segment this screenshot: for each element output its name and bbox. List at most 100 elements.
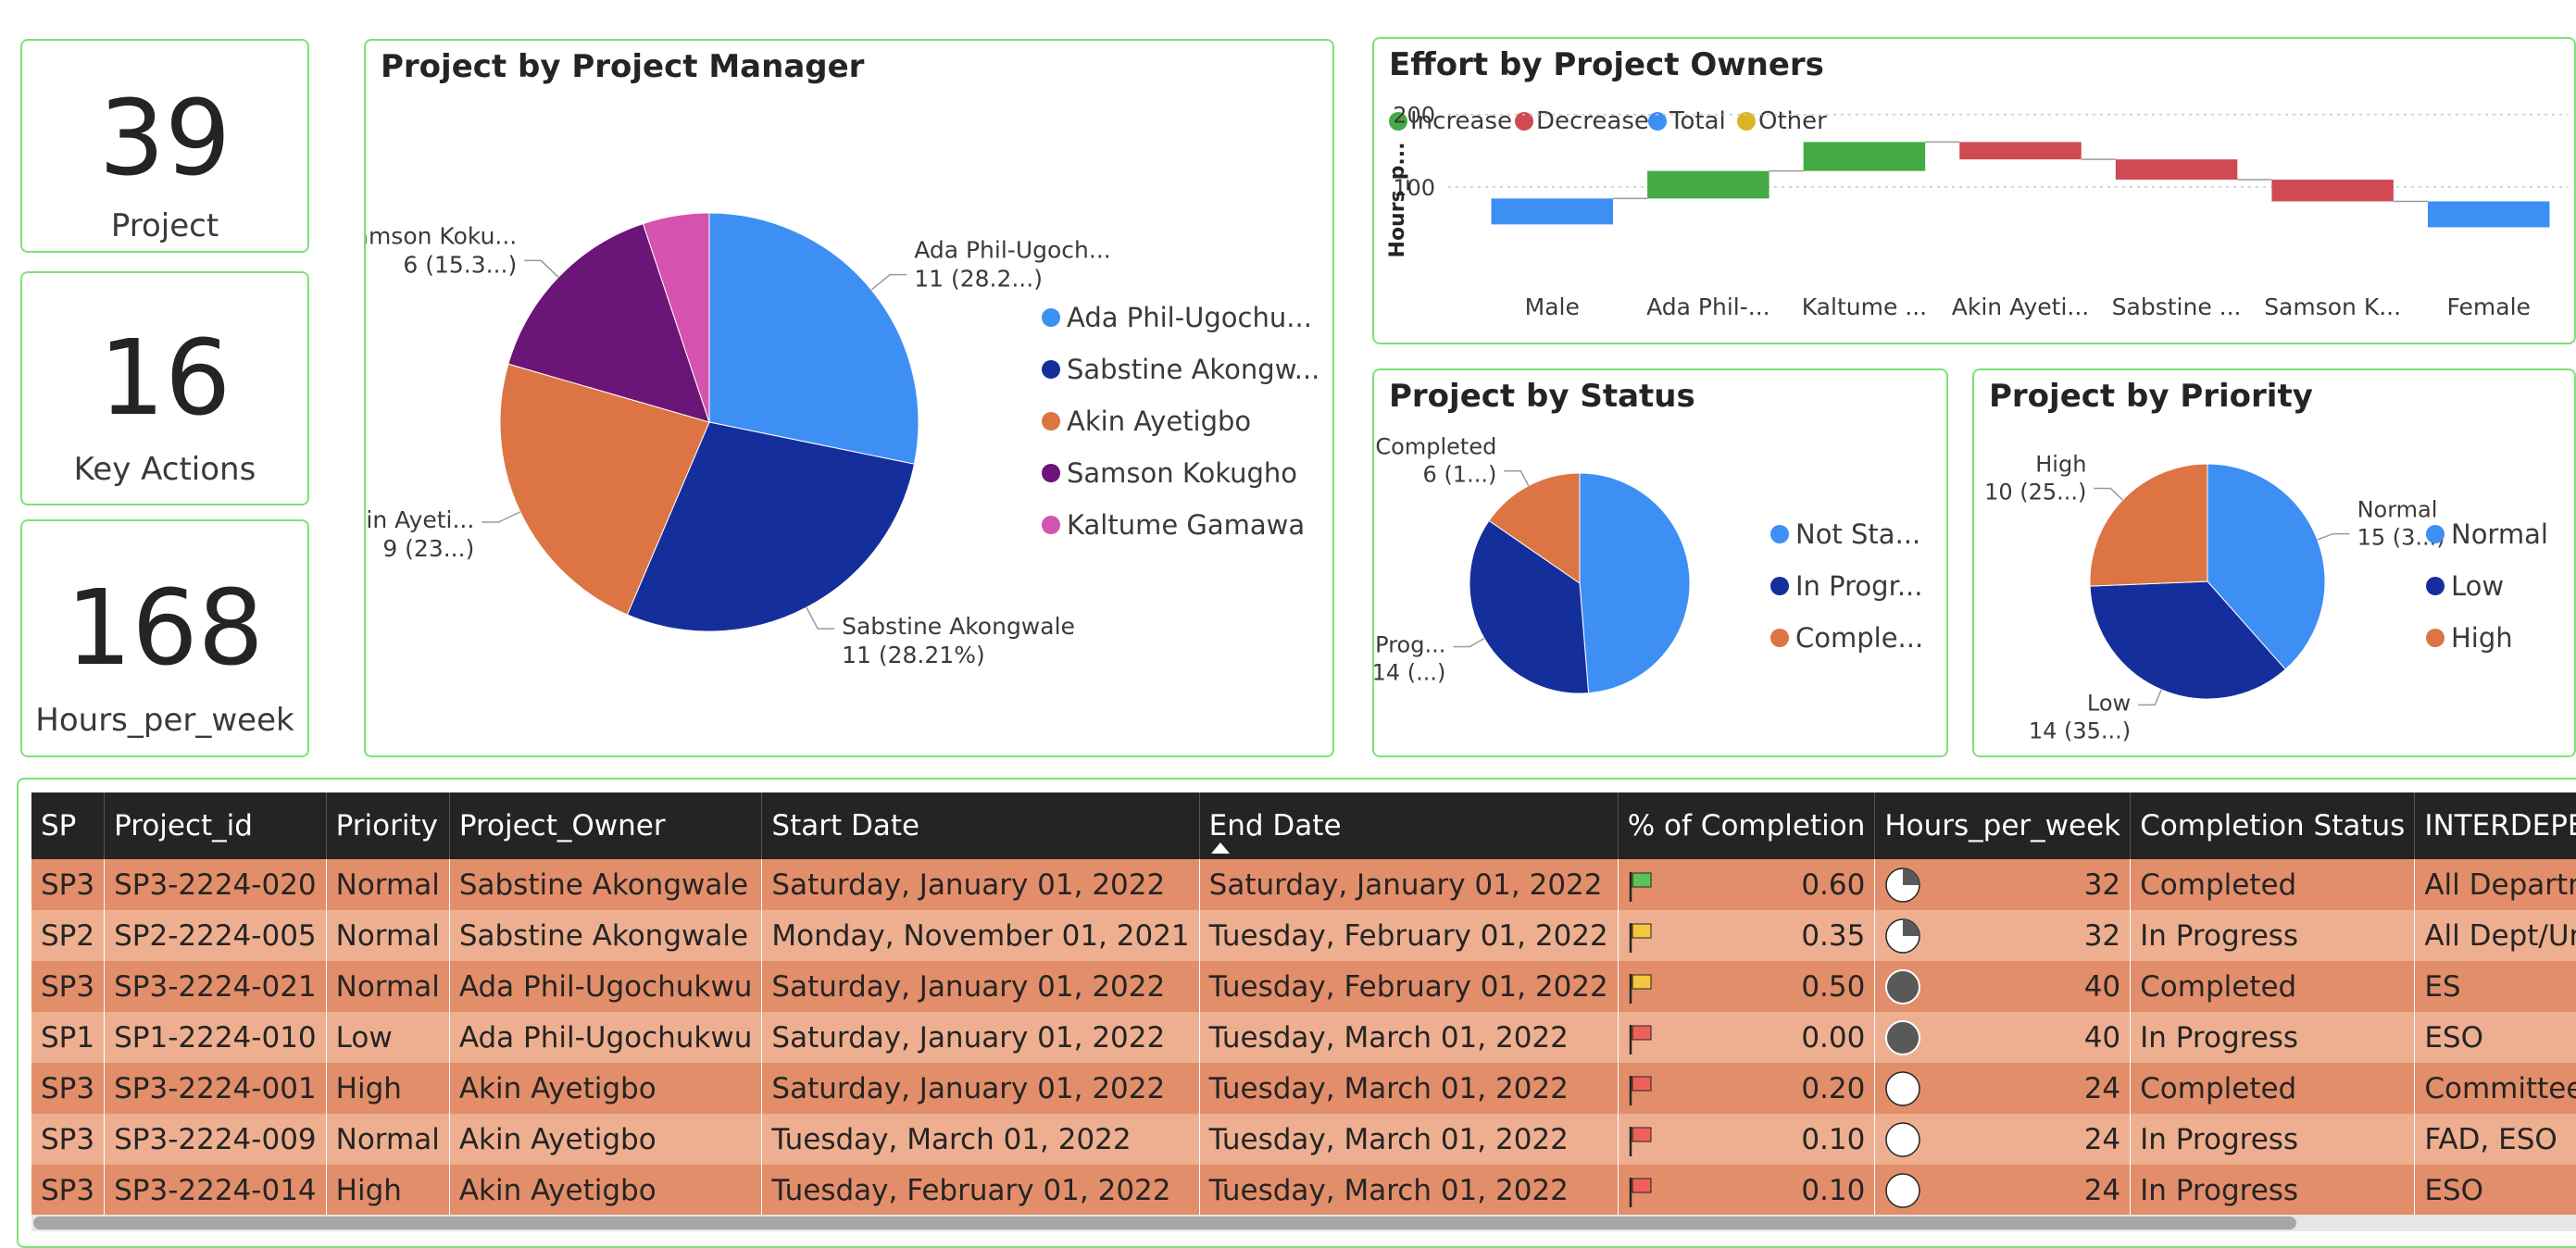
column-header-sp[interactable]: SP	[31, 792, 106, 859]
column-header-hours[interactable]: Hours_per_week	[1874, 792, 2132, 859]
cell-hours: 40	[1874, 961, 2132, 1012]
pie-slice[interactable]	[2089, 463, 2208, 587]
table-row[interactable]: SP3 SP3-2224-014 High Akin Ayetigbo Tuesday,…	[31, 1165, 2576, 1216]
legend-label: In Progr...	[1795, 570, 1923, 602]
cell-owner: Sabstine Akongwale	[449, 910, 763, 961]
sort-ascending-icon[interactable]	[1210, 842, 1230, 854]
manager-pie-card[interactable]: Project by Project Manager Ada Phil-Ugoc…	[364, 39, 1334, 757]
horizontal-scrollbar-thumb[interactable]	[33, 1217, 2296, 1229]
cell-project-id: SP3-2224-001	[104, 1063, 327, 1114]
legend-item[interactable]: Kaltume Gamawa	[1042, 509, 1305, 541]
cell-start-date: Saturday, January 01, 2022	[761, 961, 1200, 1012]
pie-leader-line	[2317, 532, 2350, 541]
legend-item[interactable]: High	[2426, 622, 2513, 654]
pie-data-label-name: Completed	[1375, 434, 1496, 460]
column-header-dept[interactable]: INTERDEPENDENT DEPART	[2414, 792, 2576, 859]
pie-leader-line	[481, 511, 521, 523]
table-row[interactable]: SP3 SP3-2224-021 Normal Ada Phil-Ugochukwu S…	[31, 961, 2576, 1012]
pie-leader-line	[870, 273, 907, 291]
column-header-project-id[interactable]: Project_id	[104, 792, 327, 859]
quarter-pie-icon	[1884, 867, 1921, 904]
cell-start-date: Tuesday, March 01, 2022	[761, 1114, 1200, 1165]
cell-end-date: Tuesday, March 01, 2022	[1199, 1165, 1619, 1216]
legend-item[interactable]: Normal	[2426, 518, 2548, 550]
cell-owner: Sabstine Akongwale	[449, 859, 763, 910]
cell-end-date: Tuesday, March 01, 2022	[1199, 1012, 1619, 1063]
pie-leader-line	[1504, 469, 1530, 486]
column-header-status[interactable]: Completion Status	[2130, 792, 2416, 859]
manager-pie-chart[interactable]: Ada Phil-Ugoch...11 (28.2...) Sabstine Ak…	[366, 41, 1332, 755]
completion-value: 0.35	[1801, 918, 1866, 953]
legend-label: Samson Kokugho	[1067, 457, 1298, 489]
cell-start-date: Saturday, January 01, 2022	[761, 1063, 1200, 1114]
waterfall-bar[interactable]	[1647, 170, 1769, 199]
legend-marker	[1770, 577, 1789, 595]
yellow-flag-icon	[1628, 969, 1654, 1004]
pie-data-label-value: 6 (15.3...)	[403, 251, 517, 278]
waterfall-bar[interactable]	[2271, 180, 2394, 202]
waterfall-bar[interactable]	[1803, 142, 1926, 171]
status-pie-card[interactable]: Project by Status In Prog...14 (...)Comp…	[1372, 368, 1948, 757]
kpi-value: 39	[98, 79, 231, 199]
kpi-card-key-actions[interactable]: 16 Key Actions	[20, 271, 309, 505]
waterfall-bar[interactable]	[2115, 159, 2238, 181]
pie-data-label-name: Samson Koku...	[366, 222, 517, 249]
column-header-priority[interactable]: Priority	[326, 792, 450, 859]
waterfall-bar[interactable]	[1491, 198, 1614, 225]
table-row[interactable]: SP3 SP3-2224-001 High Akin Ayetigbo Saturday…	[31, 1063, 2576, 1114]
cell-dept: ES	[2414, 961, 2576, 1012]
cell-start-date: Saturday, January 01, 2022	[761, 1012, 1200, 1063]
cell-completion: 0.10	[1618, 1114, 1876, 1165]
effort-waterfall-chart[interactable]: 100200Hours_p...Male Ada Phil-... Kaltume …	[1374, 39, 2574, 343]
kpi-card-hours[interactable]: 168 Hours_per_week	[20, 519, 309, 757]
waterfall-bar[interactable]	[2427, 201, 2550, 228]
priority-pie-chart[interactable]: Normal15 (3...)Low14 (35...)High10 (25..…	[1974, 370, 2574, 755]
pie-leader-line	[2094, 487, 2123, 501]
priority-pie-card[interactable]: Project by Priority Normal 15 (3...) Low 14…	[1972, 368, 2576, 757]
legend-item[interactable]: Comple...	[1770, 622, 1923, 654]
cell-dept: ESO	[2414, 1165, 2576, 1216]
cell-status: In Progress	[2130, 910, 2416, 961]
pie-data-label-value: 11 (28.21%)	[842, 642, 985, 668]
cell-completion: 0.35	[1618, 910, 1876, 961]
projects-table-wrapper[interactable]: SP Project_id Priority Project_Owner Sta…	[31, 792, 2576, 1222]
column-header-project-owner[interactable]: Project_Owner	[449, 792, 763, 859]
legend-item[interactable]: Sabstine Akongw...	[1042, 354, 1319, 385]
cell-dept: All Dept/Unit	[2414, 910, 2576, 961]
table-row[interactable]: SP3 SP3-2224-020 Normal Sabstine Akongwale S…	[31, 859, 2576, 910]
waterfall-bar[interactable]	[1959, 142, 2082, 160]
pie-leader-line	[1453, 637, 1485, 648]
legend-item[interactable]: In Progr...	[1770, 570, 1922, 602]
legend-marker	[1770, 629, 1789, 647]
cell-hours: 32	[1874, 910, 2132, 961]
pie-data-label-name: High	[2035, 452, 2086, 478]
status-pie-chart[interactable]: In Prog...14 (...) Completed6 (1...)	[1374, 370, 1946, 755]
cell-sp: SP3	[31, 859, 106, 910]
column-header-end-date-label: End Date	[1208, 809, 1342, 842]
legend-label: Akin Ayetigbo	[1067, 406, 1252, 437]
legend-item[interactable]: Ada Phil-Ugochu...	[1042, 302, 1312, 333]
kpi-card-project[interactable]: 39 Project	[20, 39, 309, 253]
column-header-end-date[interactable]: End Date	[1199, 792, 1619, 859]
legend-marker	[1042, 516, 1060, 534]
legend-label: Low	[2451, 570, 2505, 602]
cell-hours: 24	[1874, 1114, 2132, 1165]
cell-status: Completed	[2130, 961, 2416, 1012]
x-tick-label: Male	[1525, 293, 1580, 320]
table-row[interactable]: SP3 SP3-2224-009 Normal Akin Ayetigbo Tuesda…	[31, 1114, 2576, 1165]
hours-value: 32	[2083, 918, 2121, 953]
pie-slice[interactable]	[1579, 472, 1691, 694]
column-header-start-date[interactable]: Start Date	[761, 792, 1200, 859]
legend-item[interactable]: Samson Kokugho	[1042, 457, 1297, 489]
pie-slice[interactable]	[708, 212, 919, 465]
yellow-flag-icon	[1628, 918, 1654, 953]
legend-item[interactable]: Low	[2426, 570, 2504, 602]
legend-item[interactable]: Akin Ayetigbo	[1042, 406, 1251, 437]
table-row[interactable]: SP2 SP2-2224-005 Normal Sabstine Akongwale M…	[31, 910, 2576, 961]
legend-item[interactable]: Not Sta...	[1770, 518, 1920, 550]
cell-dept: Committee, PRC	[2414, 1063, 2576, 1114]
column-header-completion[interactable]: % of Completion	[1618, 792, 1876, 859]
table-row[interactable]: SP1 SP1-2224-010 Low Ada Phil-Ugochukwu Satu…	[31, 1012, 2576, 1063]
cell-project-id: SP3-2224-009	[104, 1114, 327, 1165]
effort-waterfall-card[interactable]: Effort by Project Owners Increase Decreas…	[1372, 37, 2576, 344]
